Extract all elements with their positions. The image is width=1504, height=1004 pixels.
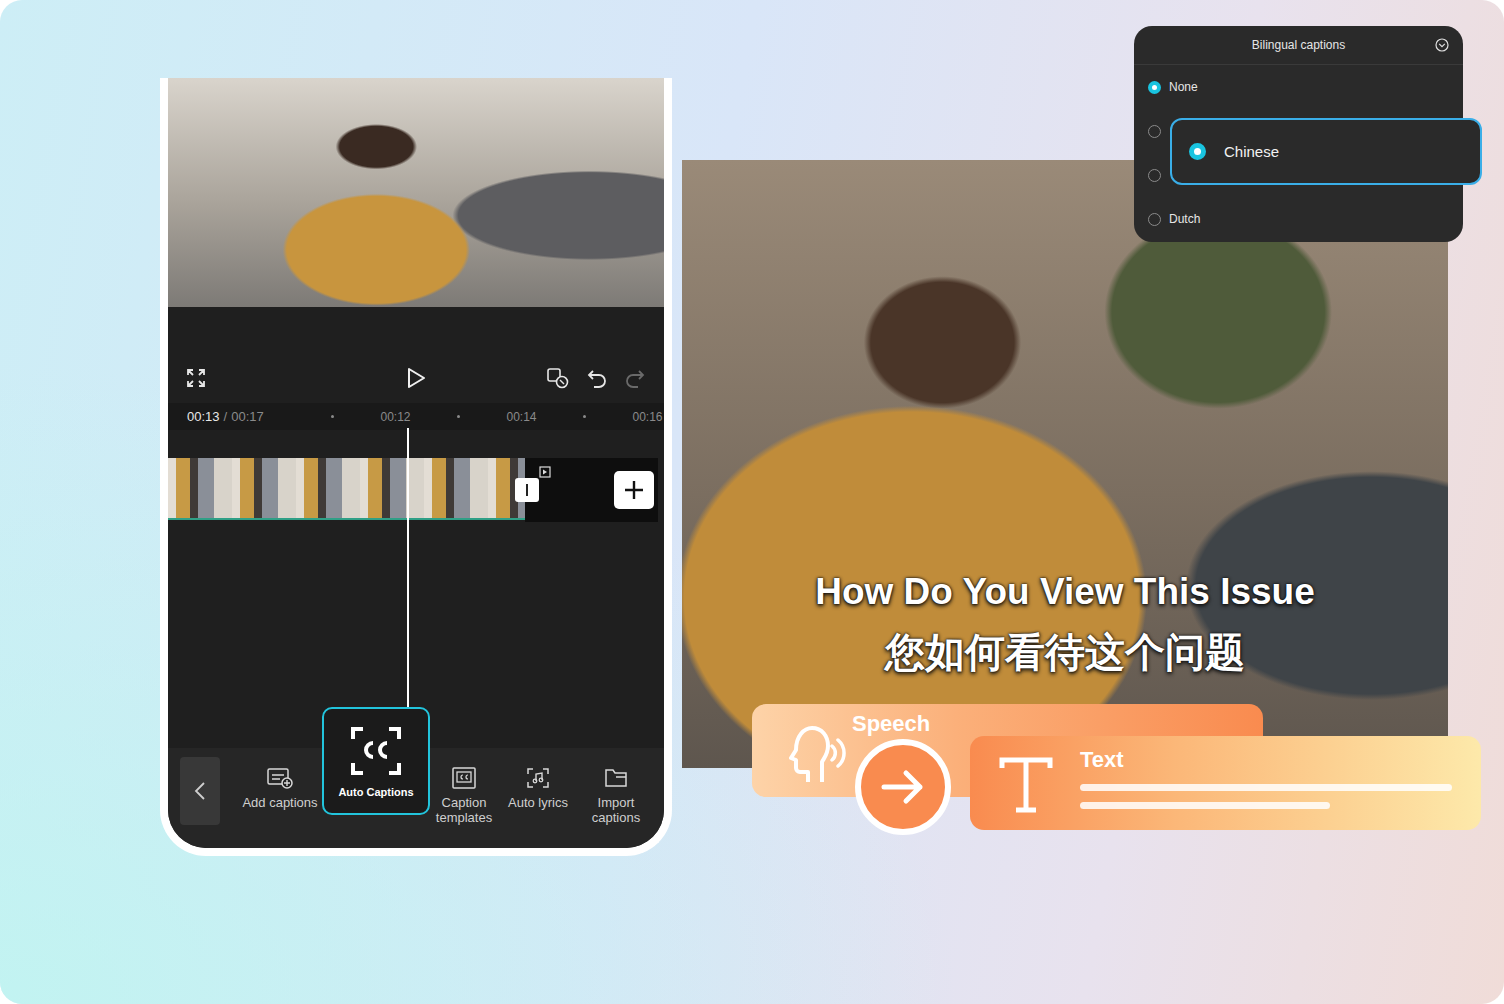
ruler-label: 00:14 [490, 410, 553, 424]
playhead[interactable] [407, 428, 409, 708]
transition-handle[interactable] [515, 478, 539, 502]
radio-button[interactable] [1148, 169, 1161, 182]
bilingual-captions-panel: Bilingual captions None Chinese Dutch [1134, 26, 1463, 242]
option-label: Chinese [1224, 143, 1279, 160]
convert-arrow [855, 739, 951, 835]
caption-toolbar: Add captions Auto Captions Caption templat… [168, 748, 664, 848]
ruler-label: 00:12 [364, 410, 427, 424]
ruler-label: 00:16 [616, 410, 664, 424]
caption-overlay: How Do You View This Issue 您如何看待这个问题 [682, 160, 1448, 768]
video-preview [168, 78, 664, 307]
language-option[interactable]: Chinese [1170, 118, 1482, 185]
toolbar-label: Add captions [242, 795, 317, 810]
controls-bar [168, 363, 664, 393]
ruler-dot [301, 410, 364, 424]
undo-icon[interactable] [586, 367, 608, 389]
canvas: 00:13/00:17 00:12 00:14 00:16 Add captions Au… [0, 0, 1504, 1004]
toolbar-item[interactable]: Import captions [580, 757, 652, 825]
toolbar-label: Import captions [580, 795, 652, 825]
ruler-dot [427, 410, 490, 424]
add-caption-icon [267, 767, 293, 789]
radio-button[interactable] [1148, 213, 1161, 226]
caption-line: How Do You View This Issue [815, 570, 1315, 614]
text-line [1080, 784, 1452, 791]
panel-header[interactable]: Bilingual captions [1134, 26, 1463, 65]
collapse-icon[interactable] [1435, 38, 1449, 52]
play-icon[interactable] [406, 367, 426, 389]
option-label: None [1169, 80, 1198, 94]
radio-button[interactable] [1189, 143, 1206, 160]
text-badge: Text [970, 736, 1481, 830]
language-option[interactable]: Dutch [1134, 197, 1463, 241]
radio-button[interactable] [1148, 125, 1161, 138]
fullscreen-icon[interactable] [186, 368, 206, 388]
language-option-group: Chinese [1134, 109, 1463, 197]
toolbar-item[interactable]: Caption templates [432, 757, 496, 825]
toolbar-item[interactable]: Auto Captions [322, 707, 430, 815]
text-label: Text [1080, 748, 1452, 772]
keyframe-icon[interactable] [546, 367, 570, 389]
redo-icon[interactable] [624, 367, 646, 389]
caption-line: 您如何看待这个问题 [885, 628, 1245, 676]
import-folder-icon [604, 767, 628, 789]
controls-area [168, 307, 664, 403]
auto-captions-icon [349, 725, 403, 777]
ruler-dot [553, 410, 616, 424]
option-label: Dutch [1169, 212, 1200, 226]
caption-template-icon [452, 767, 476, 789]
text-line [1080, 802, 1330, 809]
toolbar-label: Auto lyrics [508, 795, 568, 810]
language-option[interactable]: None [1134, 65, 1463, 109]
clip-end-icon [539, 466, 551, 478]
toolbar-item[interactable]: Auto lyrics [500, 757, 576, 810]
arrow-right-icon [878, 762, 928, 812]
plus-icon [623, 479, 645, 501]
text-t-icon [998, 756, 1054, 814]
speech-label: Speech [852, 712, 930, 736]
radio-button[interactable] [1148, 81, 1161, 94]
video-frame: How Do You View This Issue 您如何看待这个问题 [682, 160, 1448, 768]
clip-thumbnails[interactable] [168, 458, 525, 520]
chevron-left-icon [194, 781, 206, 801]
time-display: 00:13/00:17 [187, 409, 301, 424]
panel-title: Bilingual captions [1252, 38, 1345, 52]
toolbar-item[interactable]: Add captions [238, 757, 322, 810]
speaking-head-icon [778, 724, 848, 786]
toolbar-label: Auto Captions [338, 785, 413, 800]
auto-lyrics-icon [526, 767, 550, 789]
toolbar-label: Caption templates [432, 795, 496, 825]
add-clip-button[interactable] [614, 471, 654, 509]
timeline-ruler: 00:13/00:17 00:12 00:14 00:16 [168, 403, 664, 430]
phone: 00:13/00:17 00:12 00:14 00:16 Add captions Au… [160, 78, 672, 856]
back-button[interactable] [180, 757, 220, 825]
video-track[interactable] [168, 458, 664, 522]
